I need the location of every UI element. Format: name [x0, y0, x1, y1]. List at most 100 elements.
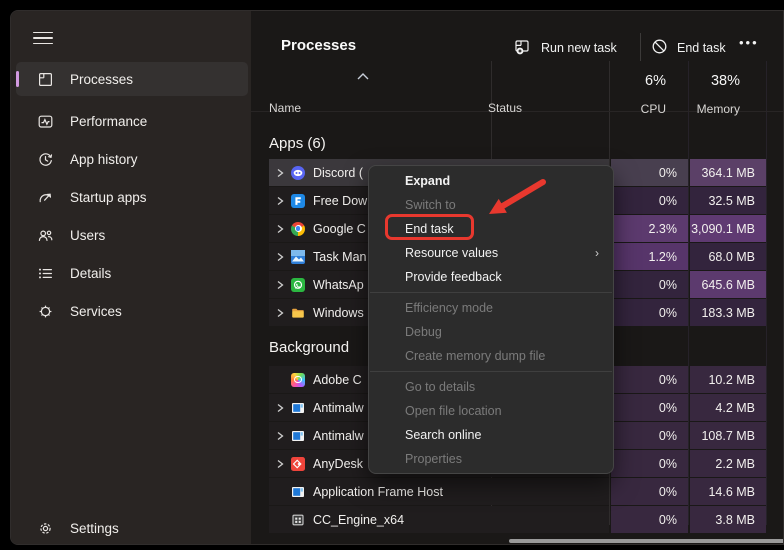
hamburger-menu-button[interactable] [25, 23, 61, 53]
memory-cell: 3.8 MB [690, 506, 766, 533]
memory-cell: 14.6 MB [690, 478, 766, 505]
memory-cell: 4.2 MB [690, 394, 766, 421]
discord-icon [291, 166, 305, 180]
expand-chevron-icon[interactable] [269, 196, 291, 206]
process-name: Antimalw [313, 401, 364, 415]
process-name: Discord ( [313, 166, 363, 180]
process-name: CC_Engine_x64 [313, 513, 404, 527]
expand-chevron-icon[interactable] [269, 403, 291, 413]
settings-gear-icon [37, 520, 54, 537]
expand-chevron-icon[interactable] [269, 308, 291, 318]
exe-default-icon [291, 513, 305, 527]
horizontal-scrollbar[interactable] [509, 539, 784, 543]
chrome-icon [291, 222, 305, 236]
task-manager-icon [291, 250, 305, 264]
expand-chevron-icon[interactable] [269, 252, 291, 262]
group-header-apps[interactable]: Apps (6) [269, 129, 326, 157]
endtask-highlight-box [385, 214, 474, 240]
column-header-memory[interactable]: Memory [697, 102, 740, 116]
sidebar-item-label: Services [70, 304, 122, 319]
menu-item-debug: Debug [369, 320, 613, 344]
sidebar-item-startup-apps[interactable]: Startup apps [16, 180, 248, 214]
end-task-button[interactable]: End task [651, 35, 726, 61]
cpu-total-percent: 6% [645, 73, 666, 89]
memory-cell: 68.0 MB [690, 243, 766, 270]
whatsapp-icon [291, 278, 305, 292]
app-window-icon [291, 485, 305, 499]
menu-item-resource-values[interactable]: Resource values › [369, 241, 613, 265]
end-task-icon [651, 38, 668, 58]
cpu-cell: 0% [611, 187, 688, 214]
toolbar-divider [640, 33, 641, 61]
sidebar-item-settings[interactable]: Settings [16, 511, 248, 545]
submenu-chevron-icon: › [595, 246, 599, 260]
adobe-cc-icon [291, 373, 305, 387]
memory-cell: 2.2 MB [690, 450, 766, 477]
run-new-task-button[interactable]: Run new task [514, 35, 617, 61]
group-header-background[interactable]: Background [269, 333, 349, 361]
column-header-cpu[interactable]: CPU [641, 102, 666, 116]
cpu-cell: 2.3% [611, 215, 688, 242]
cpu-cell: 0% [611, 394, 688, 421]
sidebar-item-label: Details [70, 266, 111, 281]
memory-cell: 364.1 MB [690, 159, 766, 186]
sidebar-item-label: Users [70, 228, 105, 243]
sidebar-item-app-history[interactable]: App history [16, 142, 248, 176]
sidebar-item-label: Processes [70, 72, 133, 87]
process-name: AnyDesk [313, 457, 363, 471]
memory-cell: 183.3 MB [690, 299, 766, 326]
column-divider [766, 61, 767, 525]
performance-icon [37, 113, 54, 130]
expand-chevron-icon[interactable] [269, 224, 291, 234]
sidebar-item-label: Startup apps [70, 190, 147, 205]
startup-apps-icon [37, 189, 54, 206]
menu-item-open-file-location: Open file location [369, 399, 613, 423]
column-header-status[interactable]: Status [488, 101, 522, 115]
menu-item-provide-feedback[interactable]: Provide feedback [369, 265, 613, 289]
process-name: Google C [313, 222, 366, 236]
process-name: Application Frame Host [313, 485, 443, 499]
sidebar-item-processes[interactable]: Processes [16, 62, 248, 96]
screenshot-stage: Processes Performance App history Startu… [0, 0, 784, 550]
anydesk-icon [291, 457, 305, 471]
expand-chevron-icon[interactable] [269, 168, 291, 178]
process-name: Task Man [313, 250, 367, 264]
memory-cell: 3,090.1 MB [690, 215, 766, 242]
process-row-application-frame-host[interactable]: Application Frame Host 0% 14.6 MB [269, 478, 766, 505]
column-header-name[interactable]: Name [269, 101, 301, 115]
expand-chevron-icon[interactable] [269, 280, 291, 290]
sidebar-item-label: Settings [70, 521, 119, 536]
expand-chevron-icon[interactable] [269, 431, 291, 441]
free-download-manager-icon [291, 194, 305, 208]
cpu-cell: 0% [611, 366, 688, 393]
memory-cell: 32.5 MB [690, 187, 766, 214]
menu-item-create-memory-dump: Create memory dump file [369, 344, 613, 368]
cpu-cell: 0% [611, 506, 688, 533]
folder-icon [291, 306, 305, 320]
cpu-cell: 0% [611, 299, 688, 326]
menu-item-search-online[interactable]: Search online [369, 423, 613, 447]
sidebar-item-label: App history [70, 152, 138, 167]
process-row-cc-engine[interactable]: CC_Engine_x64 0% 3.8 MB [269, 506, 766, 533]
details-icon [37, 265, 54, 282]
sidebar: Processes Performance App history Startu… [11, 11, 251, 544]
memory-cell: 108.7 MB [690, 422, 766, 449]
users-icon [37, 227, 54, 244]
app-history-icon [37, 151, 54, 168]
sort-ascending-icon [357, 67, 369, 85]
page-title: Processes [281, 37, 356, 54]
sidebar-item-performance[interactable]: Performance [16, 104, 248, 138]
sidebar-item-services[interactable]: Services [16, 294, 248, 328]
memory-cell: 645.6 MB [690, 271, 766, 298]
cpu-cell: 0% [611, 159, 688, 186]
more-options-button[interactable]: ••• [739, 35, 759, 50]
accent-pill [16, 71, 19, 87]
run-new-task-icon [514, 38, 532, 59]
app-window-icon [291, 401, 305, 415]
cpu-cell: 0% [611, 450, 688, 477]
app-window-icon [291, 429, 305, 443]
sidebar-item-users[interactable]: Users [16, 218, 248, 252]
sidebar-item-details[interactable]: Details [16, 256, 248, 290]
menu-item-go-to-details: Go to details [369, 375, 613, 399]
expand-chevron-icon[interactable] [269, 459, 291, 469]
